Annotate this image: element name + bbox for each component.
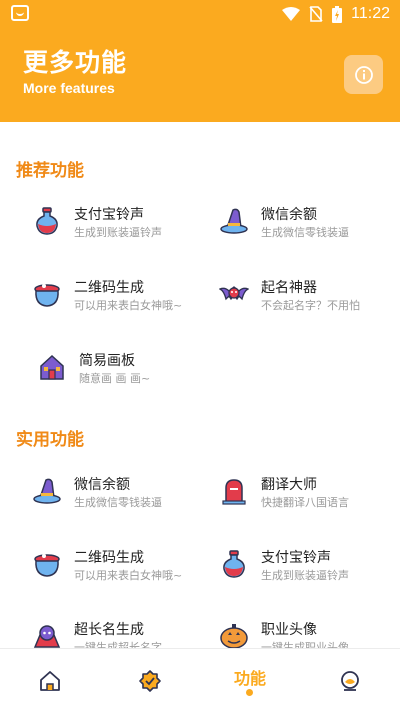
nav-features-label: 功能: [233, 668, 266, 688]
potion-icon: [223, 550, 245, 578]
feature-name: 起名神器: [261, 280, 317, 296]
info-button[interactable]: [344, 55, 383, 94]
info-icon: [354, 65, 373, 84]
feature-desc: 生成微信零钱装逼: [74, 496, 162, 509]
nav-badge[interactable]: [100, 649, 200, 711]
feature-desc: 生成到账装逼铃声: [261, 569, 349, 582]
home-icon: [40, 670, 60, 691]
active-indicator: [246, 689, 253, 696]
feature-wechat-balance[interactable]: 微信余额 生成微信零钱装逼: [219, 196, 399, 248]
feature-name: 超长名生成: [74, 622, 144, 638]
feature-desc: 不会起名字？不用怕: [261, 299, 360, 312]
feature-alipay-ringtone[interactable]: 支付宝铃声 生成到账装逼铃声: [32, 196, 212, 248]
nav-profile[interactable]: [300, 649, 400, 711]
battery-charging-icon: [332, 5, 343, 23]
tombstone-icon: [222, 479, 246, 505]
pumpkin-icon: [220, 624, 248, 649]
feature-desc: 可以用来表白女神哦~: [74, 299, 183, 312]
feature-name-generator[interactable]: 起名神器 不会起名字？不用怕: [219, 269, 399, 321]
feature-qrcode[interactable]: 二维码生成 可以用来表白女神哦~: [32, 539, 212, 591]
feature-desc: 生成微信零钱装逼: [261, 226, 349, 239]
section-title-practical: 实用功能: [16, 430, 84, 450]
bottom-nav: 功能: [0, 648, 400, 711]
feature-qrcode[interactable]: 二维码生成 可以用来表白女神哦~: [32, 269, 212, 321]
status-bar: 11:22: [0, 0, 400, 28]
feature-name: 二维码生成: [74, 550, 144, 566]
status-icons: 11:22: [282, 4, 390, 24]
wizard-hat-icon: [33, 478, 61, 504]
wifi-icon: [282, 7, 301, 21]
page-header: 更多功能 More features: [0, 28, 400, 122]
feature-simple-drawing[interactable]: 简易画板 随意画 画 画~: [37, 342, 217, 394]
feature-wechat-balance[interactable]: 微信余额 生成微信零钱装逼: [32, 466, 212, 518]
feature-desc: 随意画 画 画~: [79, 372, 151, 385]
cauldron-icon: [34, 554, 60, 577]
section-title-recommended: 推荐功能: [16, 161, 84, 181]
nav-home[interactable]: [0, 649, 100, 711]
feature-alipay-ringtone[interactable]: 支付宝铃声 生成到账装逼铃声: [219, 539, 399, 591]
vampire-icon: [33, 625, 61, 648]
bat-icon: [219, 286, 249, 301]
no-sim-icon: [309, 6, 323, 22]
feature-translator[interactable]: 翻译大师 快捷翻译八国语言: [219, 466, 399, 518]
feature-name: 职业头像: [261, 622, 317, 638]
feature-desc: 快捷翻译八国语言: [261, 496, 349, 509]
notification-icon: [11, 5, 29, 21]
feature-name: 翻译大师: [261, 477, 317, 493]
page-title: 更多功能: [23, 48, 128, 77]
feature-name: 支付宝铃声: [261, 550, 331, 566]
potion-icon: [36, 207, 58, 235]
profile-icon: [341, 670, 359, 691]
feature-desc: 生成到账装逼铃声: [74, 226, 162, 239]
feature-name: 微信余额: [261, 207, 317, 223]
badge-check-icon: [139, 669, 161, 692]
nav-features[interactable]: 功能: [200, 649, 300, 711]
feature-name: 二维码生成: [74, 280, 144, 296]
feature-name: 微信余额: [74, 477, 130, 493]
haunted-house-icon: [40, 354, 64, 380]
feature-name: 支付宝铃声: [74, 207, 144, 223]
wizard-hat-icon: [220, 208, 248, 234]
feature-name: 简易画板: [79, 353, 135, 369]
cauldron-icon: [34, 284, 60, 307]
status-time: 11:22: [351, 5, 390, 22]
page-subtitle: More features: [23, 80, 115, 96]
feature-desc: 可以用来表白女神哦~: [74, 569, 183, 582]
